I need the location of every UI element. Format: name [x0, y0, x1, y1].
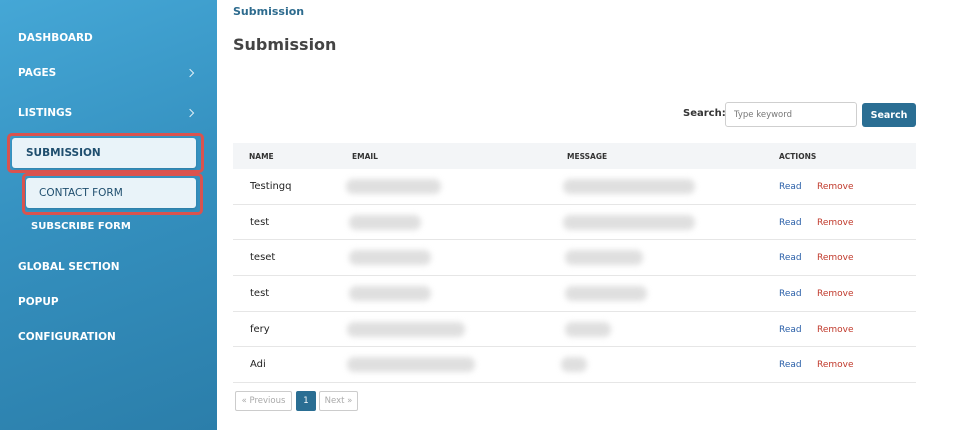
remove-link[interactable]: Remove	[817, 360, 854, 370]
remove-link[interactable]: Remove	[817, 218, 854, 228]
remove-link[interactable]: Remove	[817, 289, 854, 299]
sidebar-item-configuration[interactable]: CONFIGURATION	[18, 331, 116, 343]
search-input[interactable]	[725, 102, 857, 127]
redacted-message	[565, 286, 647, 302]
chevron-right-icon	[185, 108, 195, 118]
sidebar-subitem-subscribe-form[interactable]: SUBSCRIBE FORM	[31, 221, 131, 232]
table-row: test Read Remove	[233, 276, 916, 312]
cell-name: teset	[250, 252, 276, 264]
table-row: teset Read Remove	[233, 240, 916, 277]
redacted-message	[563, 179, 695, 194]
remove-link[interactable]: Remove	[817, 325, 854, 335]
page-1-button[interactable]: 1	[296, 391, 316, 411]
redacted-message	[563, 214, 695, 230]
sidebar-item-pages[interactable]: PAGES	[18, 67, 56, 79]
submission-table: NAME EMAIL MESSAGE ACTIONS Testingq Read…	[233, 143, 916, 384]
redacted-email	[347, 357, 475, 373]
column-header-email: EMAIL	[352, 152, 378, 161]
column-header-name: NAME	[249, 152, 274, 161]
table-row: Adi Read Remove	[233, 347, 916, 384]
sidebar-item-listings[interactable]: LISTINGS	[18, 107, 72, 119]
cell-name: test	[250, 216, 270, 228]
read-link[interactable]: Read	[779, 289, 802, 299]
cell-name: Testingq	[250, 181, 292, 192]
redacted-message	[561, 357, 587, 373]
redacted-message	[565, 321, 611, 337]
sidebar-item-dashboard[interactable]: DASHBOARD	[18, 32, 93, 44]
redacted-email	[349, 214, 421, 230]
cell-name: test	[250, 288, 270, 300]
sidebar-item-popup[interactable]: POPUP	[18, 296, 59, 308]
read-link[interactable]: Read	[779, 360, 802, 370]
search-label: Search:	[683, 108, 726, 119]
read-link[interactable]: Read	[779, 253, 802, 263]
previous-page-button[interactable]: « Previous	[235, 391, 292, 411]
sidebar-item-label: SUBMISSION	[26, 147, 101, 159]
main-content: Submission Submission Search: Search NAM…	[217, 0, 976, 430]
table-row: Testingq Read Remove	[233, 169, 916, 205]
search-button[interactable]: Search	[862, 103, 916, 127]
remove-link[interactable]: Remove	[817, 182, 854, 192]
table-header: NAME EMAIL MESSAGE ACTIONS	[233, 143, 916, 169]
sidebar-item-global-section[interactable]: GLOBAL SECTION	[18, 261, 120, 273]
next-page-button[interactable]: Next »	[319, 391, 358, 411]
cell-name: Adi	[250, 359, 266, 371]
redacted-email	[349, 286, 431, 302]
column-header-actions: ACTIONS	[779, 152, 817, 161]
read-link[interactable]: Read	[779, 182, 802, 192]
table-row: test Read Remove	[233, 205, 916, 241]
page-title: Submission	[233, 35, 337, 54]
cell-name: fery	[250, 323, 270, 335]
sidebar: DASHBOARD PAGES LISTINGS SUBMISSION CONT…	[0, 0, 217, 430]
sidebar-subitem-contact-form[interactable]: CONTACT FORM	[26, 178, 196, 208]
read-link[interactable]: Read	[779, 325, 802, 335]
table-row: fery Read Remove	[233, 312, 916, 348]
column-header-message: MESSAGE	[567, 152, 608, 161]
chevron-right-icon	[185, 68, 195, 78]
sidebar-item-submission[interactable]: SUBMISSION	[12, 138, 196, 168]
redacted-message	[565, 250, 643, 266]
breadcrumb[interactable]: Submission	[233, 5, 304, 18]
sidebar-subitem-label: CONTACT FORM	[39, 187, 123, 199]
read-link[interactable]: Read	[779, 218, 802, 228]
redacted-email	[349, 250, 431, 266]
redacted-email	[347, 321, 465, 337]
remove-link[interactable]: Remove	[817, 253, 854, 263]
redacted-email	[346, 179, 441, 194]
